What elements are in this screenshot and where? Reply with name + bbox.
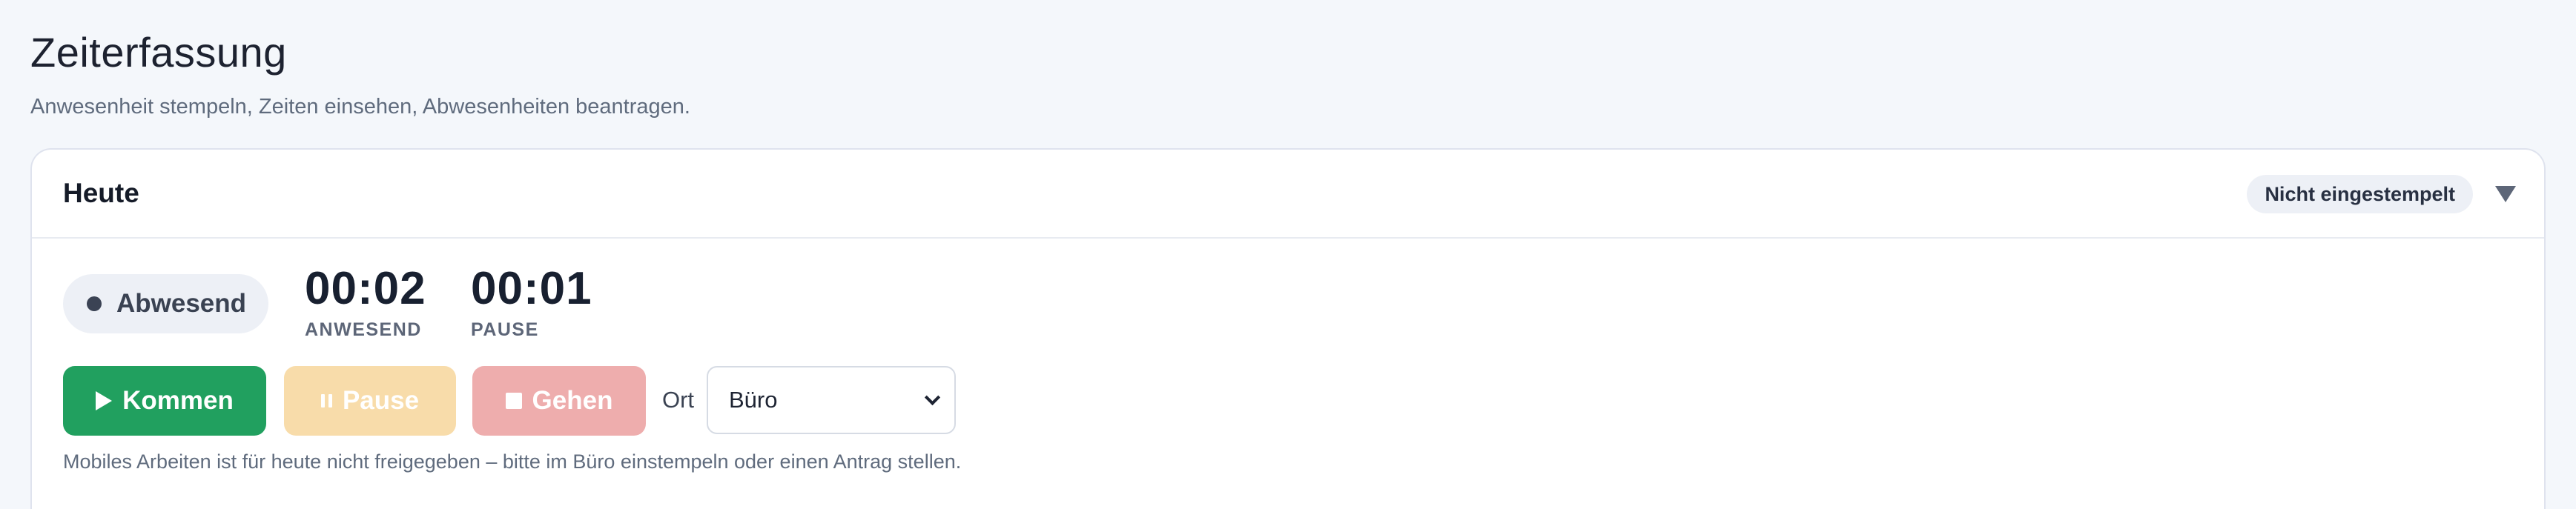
timer-pause: 00:01 PAUSE [471,262,592,341]
pause-button-label: Pause [342,386,420,415]
timer-anwesend-caption: ANWESEND [305,319,422,340]
collapse-toggle-button[interactable] [2489,178,2522,210]
pause-button[interactable]: Pause [284,366,456,436]
card-title: Heute [63,178,139,208]
timer-anwesend: 00:02 ANWESEND [305,262,426,341]
triangle-down-icon [2495,186,2516,202]
page-subtitle: Anwesenheit stempeln, Zeiten einsehen, A… [30,95,690,119]
timer-pause-value: 00:01 [471,263,592,314]
stop-icon [505,393,522,409]
status-dot-icon [87,296,102,311]
presence-status: Abwesend [63,274,269,333]
mobile-work-notice: Mobiles Arbeiten ist für heute nicht fre… [63,450,962,473]
location-label: Ort [662,387,695,413]
today-card: Heute Nicht eingestempelt Abwesend 00:02… [30,148,2546,509]
card-header: Heute Nicht eingestempelt [32,150,2544,239]
kommen-button[interactable]: Kommen [63,366,266,436]
timer-pause-caption: PAUSE [471,319,539,340]
location-select[interactable]: Büro [707,366,956,434]
location-select-value: Büro [729,387,778,413]
gehen-button-label: Gehen [532,386,613,415]
play-icon [96,391,113,410]
page-title: Zeiterfassung [30,29,287,76]
chevron-down-icon [924,389,941,405]
timer-anwesend-value: 00:02 [305,263,426,314]
presence-label: Abwesend [116,289,247,318]
status-badge: Nicht eingestempelt [2247,175,2473,213]
pause-icon [320,394,332,407]
gehen-button[interactable]: Gehen [472,366,646,436]
time-tracking-page: Zeiterfassung Anwesenheit stempeln, Zeit… [0,0,2576,509]
kommen-button-label: Kommen [122,386,234,415]
